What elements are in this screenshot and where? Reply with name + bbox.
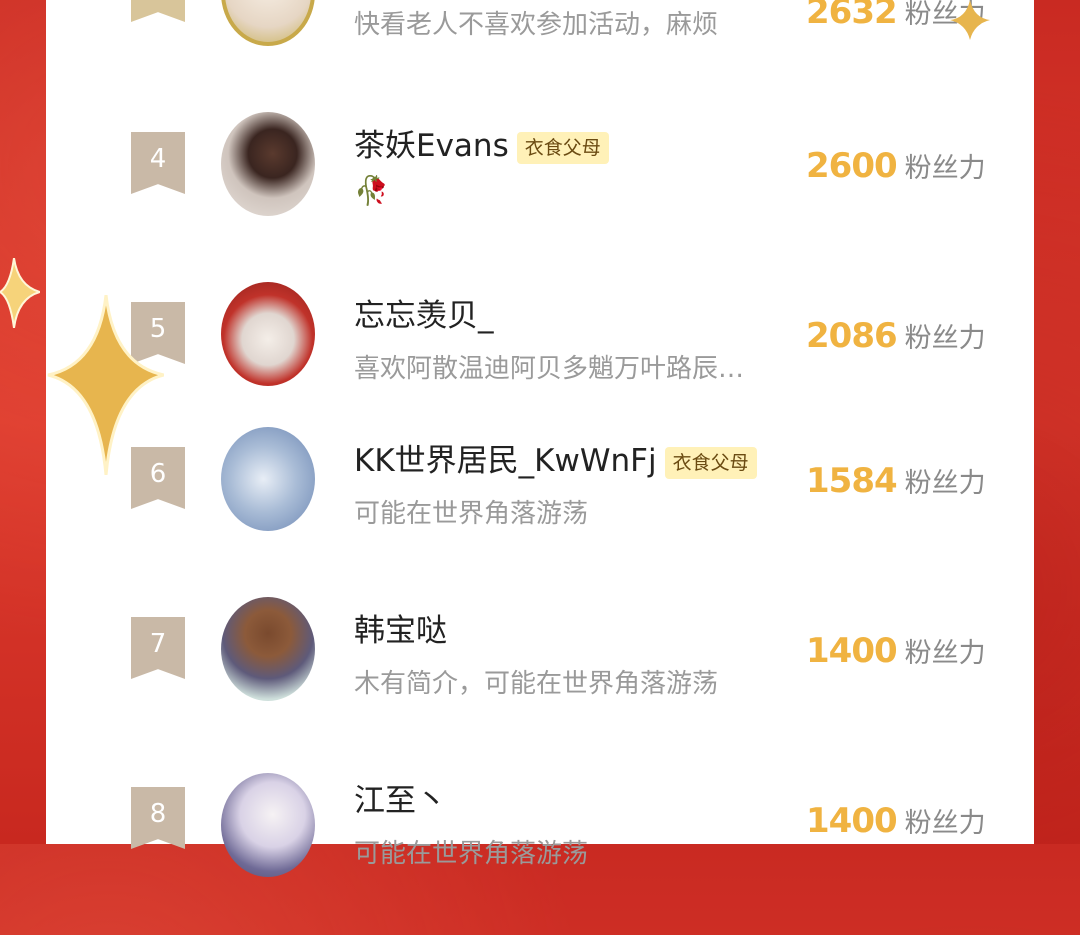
rank-tag: 7 [131,617,185,679]
fan-ranking-panel: 3 快看老人不喜欢参加活动，麻烦 2632粉丝力 4 茶妖Evans衣食父母 🥀… [46,0,1034,877]
user-name[interactable]: 茶妖Evans 衣食父母 [354,120,609,165]
fan-score: 2086 粉丝力 [806,316,986,356]
ranking-row[interactable]: 8 江至丶 可能在世界角落游荡 1400 粉丝力 [46,765,1034,935]
donor-badge: 衣食父母 [516,131,609,164]
ranking-row[interactable]: 4 茶妖Evans 衣食父母 🥀 2600 粉丝力 [46,110,1034,280]
ranking-row[interactable]: 3 快看老人不喜欢参加活动，麻烦 2632粉丝力 [46,0,1034,110]
avatar[interactable] [221,0,315,46]
user-bio: 可能在世界角落游荡 [354,839,589,869]
fan-score: 1584 粉丝力 [806,461,986,501]
user-name[interactable]: 江至丶 [354,775,447,820]
sparkle-icon [47,295,164,475]
avatar[interactable] [221,597,315,701]
avatar[interactable] [221,773,315,877]
avatar[interactable] [221,112,315,216]
rose-icon: 🥀 [354,174,389,207]
user-bio: 木有简介，可能在世界角落游荡 [354,669,719,699]
rank-tag: 3 [131,0,185,22]
donor-badge: 衣食父母 [664,446,757,479]
user-name[interactable]: 忘忘羡贝_ [354,290,494,335]
rank-tag: 4 [131,132,185,194]
rank-tag: 8 [131,787,185,849]
sparkle-icon [0,258,40,328]
sparkle-icon [950,0,990,40]
user-bio: 🥀 [354,174,389,207]
avatar[interactable] [221,282,315,386]
user-bio: 可能在世界角落游荡 [354,499,589,529]
user-name[interactable]: KK世界居民_KwWnFj 衣食父母 [354,435,757,480]
user-bio: 喜欢阿散温迪阿贝多魈万叶路辰… [354,354,745,384]
fan-score: 2600 粉丝力 [806,146,986,186]
fan-score: 1400 粉丝力 [806,801,986,841]
user-name[interactable]: 韩宝哒 [354,605,447,650]
fan-score: 1400 粉丝力 [806,631,986,671]
ranking-row[interactable]: 6 KK世界居民_KwWnFj 衣食父母 可能在世界角落游荡 1584 粉丝力 [46,425,1034,595]
user-bio: 快看老人不喜欢参加活动，麻烦 [354,10,719,40]
avatar[interactable] [221,427,315,531]
ranking-row[interactable]: 7 韩宝哒 木有简介，可能在世界角落游荡 1400 粉丝力 [46,595,1034,765]
